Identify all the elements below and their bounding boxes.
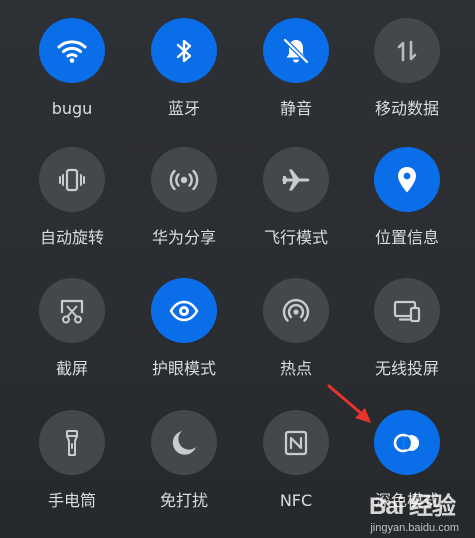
tile-mute-label: 静音 xyxy=(279,99,312,118)
tile-bluetooth-button[interactable] xyxy=(151,18,217,83)
tile-hotspot-button[interactable] xyxy=(263,278,329,343)
tile-location-button[interactable] xyxy=(374,147,440,212)
wireless-projection-icon xyxy=(393,300,421,322)
tile-nfc-label: NFC xyxy=(279,491,313,510)
bell-off-icon xyxy=(283,37,309,64)
tile-wireless-projection-label: 无线投屏 xyxy=(374,359,439,378)
tile-auto-rotate[interactable]: 自动旋转 xyxy=(22,147,122,247)
tile-wifi-label: bugu xyxy=(51,99,93,118)
tile-mobile-data-label: 移动数据 xyxy=(374,99,439,118)
tile-mobile-data[interactable]: 移动数据 xyxy=(357,18,457,118)
location-icon xyxy=(398,166,416,192)
mobile-data-icon xyxy=(397,40,417,61)
tile-dark-mode-label: 深色模式 xyxy=(374,491,439,510)
tile-airplane-mode-label: 飞行模式 xyxy=(263,228,328,247)
bluetooth-icon xyxy=(176,39,192,62)
tile-do-not-disturb-label: 免打扰 xyxy=(159,491,208,510)
airplane-icon xyxy=(282,169,310,190)
tile-huawei-share-label: 华为分享 xyxy=(151,228,216,247)
tile-mobile-data-button[interactable] xyxy=(374,18,440,83)
annotation-arrow-icon xyxy=(327,384,371,423)
watermark-url: jingyan.baidu.com xyxy=(370,522,459,534)
huawei-share-icon xyxy=(169,169,199,190)
screenshot-icon xyxy=(60,299,84,323)
tile-auto-rotate-button[interactable] xyxy=(39,147,105,212)
auto-rotate-icon xyxy=(59,168,85,191)
tile-hotspot[interactable]: 热点 xyxy=(246,278,346,378)
tile-flashlight[interactable]: 手电筒 xyxy=(22,410,122,510)
tile-eye-comfort-button[interactable] xyxy=(151,278,217,343)
tile-auto-rotate-label: 自动旋转 xyxy=(39,228,104,247)
tile-nfc-button[interactable] xyxy=(263,410,329,475)
tile-screenshot-label: 截屏 xyxy=(55,359,88,378)
tile-bluetooth-label: 蓝牙 xyxy=(167,99,200,118)
tile-bluetooth[interactable]: 蓝牙 xyxy=(134,18,234,118)
tile-flashlight-label: 手电筒 xyxy=(47,491,96,510)
tile-eye-comfort[interactable]: 护眼模式 xyxy=(134,278,234,378)
tile-wifi[interactable]: bugu xyxy=(22,18,122,118)
tile-eye-comfort-label: 护眼模式 xyxy=(151,359,216,378)
tile-huawei-share[interactable]: 华为分享 xyxy=(134,147,234,247)
tile-flashlight-button[interactable] xyxy=(39,410,105,475)
tile-wireless-projection-button[interactable] xyxy=(374,278,440,343)
quick-settings-panel: bugu 蓝牙 静音 移动数据 自动旋转 华为分享 飞行模式 位置信息 截屏 护… xyxy=(0,0,475,538)
wifi-icon xyxy=(57,39,87,63)
tile-huawei-share-button[interactable] xyxy=(151,147,217,212)
tile-wifi-button[interactable] xyxy=(39,18,105,83)
tile-screenshot[interactable]: 截屏 xyxy=(22,278,122,378)
tile-airplane-mode[interactable]: 飞行模式 xyxy=(246,147,346,247)
tile-dark-mode-button[interactable] xyxy=(374,410,440,475)
flashlight-icon xyxy=(66,429,78,456)
tile-screenshot-button[interactable] xyxy=(39,278,105,343)
eye-icon xyxy=(169,300,199,321)
tile-airplane-mode-button[interactable] xyxy=(263,147,329,212)
tile-do-not-disturb[interactable]: 免打扰 xyxy=(134,410,234,510)
hotspot-icon xyxy=(282,298,310,322)
tile-location-label: 位置信息 xyxy=(374,228,439,247)
nfc-icon xyxy=(284,430,308,455)
tile-location[interactable]: 位置信息 xyxy=(357,147,457,247)
tile-mute[interactable]: 静音 xyxy=(246,18,346,118)
tile-wireless-projection[interactable]: 无线投屏 xyxy=(357,278,457,378)
moon-icon xyxy=(172,430,196,455)
tile-hotspot-label: 热点 xyxy=(279,359,312,378)
dark-mode-icon xyxy=(393,433,419,452)
tile-mute-button[interactable] xyxy=(263,18,329,83)
tile-do-not-disturb-button[interactable] xyxy=(151,410,217,475)
